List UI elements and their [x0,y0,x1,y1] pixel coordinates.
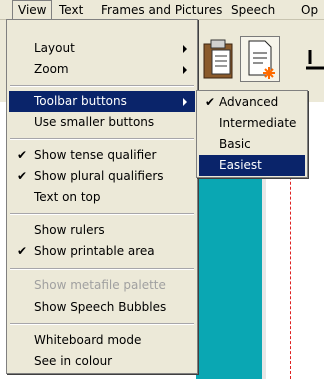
menu-separator [10,268,194,270]
menu-item-label: Text on top [34,190,101,204]
menu-item-toolbar-buttons[interactable]: Toolbar buttons [9,91,195,112]
check-icon: ✔ [204,95,216,109]
menu-item-label: Whiteboard mode [34,333,142,347]
clipboard-icon [203,39,233,79]
menu-item-label: Show rulers [34,223,105,237]
submenu-arrow-icon [183,66,187,74]
menu-separator [10,213,194,215]
menu-item-label: See in colour [34,354,113,368]
menu-speech[interactable]: Speech [226,0,280,20]
menu-item-layout[interactable]: Layout [9,38,195,59]
menu-separator [10,85,194,87]
menu-item-show-metafile-palette: Show metafile palette [9,275,195,296]
new-frame-button[interactable] [240,36,280,82]
view-menu: Layout Zoom Toolbar buttons Use smaller … [6,19,198,374]
menu-text[interactable]: Text [54,0,88,20]
menu-item-label: Show printable area [34,244,155,258]
menu-item-label: Use smaller buttons [34,115,155,129]
menu-item-show-plural-qualifiers[interactable]: ✔ Show plural qualifiers [9,166,195,187]
menu-item-use-smaller-buttons[interactable]: Use smaller buttons [9,112,195,133]
menu-item-label: Basic [219,137,251,151]
menu-item-label: Intermediate [219,116,297,130]
menu-item-label: Easiest [219,158,262,172]
menu-item-label: Show Speech Bubbles [34,300,167,314]
menu-item-text-on-top[interactable]: Text on top [9,187,195,208]
menu-item-see-in-colour[interactable]: See in colour [9,351,195,372]
menu-item-show-tense-qualifier[interactable]: ✔ Show tense qualifier [9,145,195,166]
arrow-icon [306,50,324,70]
menu-item-show-printable-area[interactable]: ✔ Show printable area [9,241,195,262]
menu-item-label: Advanced [219,95,279,109]
menu-item-label: Show metafile palette [34,278,166,292]
menu-item-show-rulers[interactable]: Show rulers [9,220,195,241]
menu-item-label: Zoom [34,62,69,76]
submenu-item-advanced[interactable]: ✔ Advanced [199,92,305,113]
document-star-icon [248,40,275,79]
check-icon: ✔ [16,148,28,162]
menu-item-whiteboard-mode[interactable]: Whiteboard mode [9,330,195,351]
submenu-item-intermediate[interactable]: Intermediate [199,113,305,134]
menu-separator [10,323,194,325]
next-button[interactable] [302,36,324,82]
menu-item-label: Layout [34,41,75,55]
check-icon: ✔ [16,244,28,258]
menu-item-label: Show tense qualifier [34,148,157,162]
menu-bar: View Text Frames and Pictures Speech Op [0,0,324,20]
toolbar-buttons-submenu: ✔ Advanced Intermediate Basic Easiest [196,90,308,178]
menu-item-label: Toolbar buttons [34,94,127,108]
submenu-arrow-icon [183,98,187,106]
menu-item-zoom[interactable]: Zoom [9,59,195,80]
menu-frames-and-pictures[interactable]: Frames and Pictures [96,0,227,20]
paste-button[interactable] [198,36,238,82]
submenu-arrow-icon [183,45,187,53]
submenu-item-easiest[interactable]: Easiest [199,155,305,176]
menu-options[interactable]: Op [296,0,323,20]
menu-view[interactable]: View [12,0,53,20]
submenu-item-basic[interactable]: Basic [199,134,305,155]
menu-separator [10,138,194,140]
menu-item-label: Show plural qualifiers [34,169,164,183]
check-icon: ✔ [16,169,28,183]
menu-item-show-speech-bubbles[interactable]: Show Speech Bubbles [9,297,195,318]
